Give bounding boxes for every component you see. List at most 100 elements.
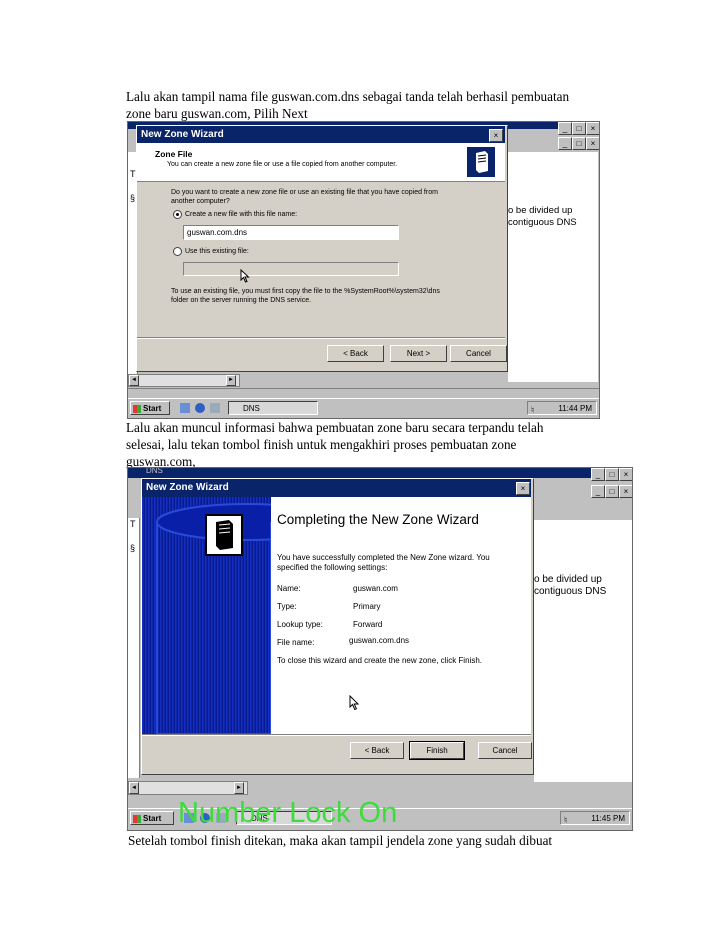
wizard-titlebar: New Zone Wizard [137, 126, 505, 143]
next-button[interactable]: Next > [390, 345, 447, 362]
start-label: Start [143, 814, 162, 823]
back-button[interactable]: < Back [350, 742, 404, 759]
filename-value: guswan.com.dns [187, 228, 248, 237]
new-zone-wizard-dialog: New Zone Wizard × Completing the New Zon… [141, 478, 534, 775]
screenshot-zone-file: _ □ × _ □ × T § o be divided up contiguo… [127, 121, 600, 419]
details-pane [508, 152, 598, 382]
setting-filename-label: File name: [277, 638, 315, 647]
paragraph-2-line-1: Lalu akan muncul informasi bahwa pembuat… [126, 420, 544, 435]
start-button[interactable]: Start [130, 811, 174, 825]
horizontal-scrollbar[interactable]: ◄ ► [128, 781, 248, 795]
speaker-icon[interactable]: ♮ [564, 813, 567, 827]
wizard-header: Zone File You can create a new zone file… [137, 143, 505, 182]
inner-minimize-button[interactable]: _ [558, 137, 572, 150]
intro-line-2: specified the following settings: [277, 563, 388, 572]
inner-close-button[interactable]: × [619, 485, 632, 498]
wizard-close-icon[interactable]: × [516, 482, 530, 495]
inner-maximize-button[interactable]: □ [605, 485, 619, 498]
maximize-button[interactable]: □ [572, 122, 586, 135]
scroll-left-icon[interactable]: ◄ [129, 782, 139, 794]
existing-file-input[interactable] [183, 262, 399, 276]
header-title: Zone File [155, 149, 193, 159]
sidebar-symbol: § [130, 543, 136, 553]
closing-text: To close this wizard and create the new … [277, 656, 482, 665]
minimize-button[interactable]: _ [558, 122, 572, 135]
inner-minimize-button[interactable]: _ [591, 485, 605, 498]
setting-type-value: Primary [353, 602, 381, 611]
sidebar-letter: T [130, 169, 136, 179]
server-icon [205, 514, 243, 556]
use-existing-label[interactable]: Use this existing file: [185, 247, 249, 256]
scroll-left-icon[interactable]: ◄ [129, 375, 139, 386]
speaker-icon[interactable]: ♮ [531, 403, 534, 417]
setting-lookup-label: Lookup type: [277, 620, 323, 629]
close-button[interactable]: × [619, 468, 632, 481]
taskbar-dns-label: DNS [243, 404, 260, 413]
setting-name-value: guswan.com [353, 584, 398, 593]
wizard-content: Completing the New Zone Wizard You have … [271, 497, 531, 734]
setting-lookup-value: Forward [353, 620, 383, 629]
wizard-titlebar: New Zone Wizard [142, 479, 531, 497]
close-button[interactable]: × [586, 122, 599, 135]
paragraph-2-line-2: selesai, lalu tekan tombol finish untuk … [126, 437, 517, 452]
mouse-pointer-icon [240, 268, 250, 288]
setting-type-label: Type: [277, 602, 297, 611]
inner-maximize-button[interactable]: □ [572, 137, 586, 150]
question-line-1: Do you want to create a new zone file or… [171, 189, 438, 196]
wizard-close-icon[interactable]: × [489, 129, 503, 142]
cancel-button[interactable]: Cancel [478, 742, 532, 759]
wizard-banner [142, 497, 271, 734]
background-window-title: DNS [146, 467, 163, 475]
background-window-titlebar: DNS [128, 468, 632, 478]
note-line-1: To use an existing file, you must first … [171, 288, 440, 295]
paragraph-3-line-1: Setelah tombol finish ditekan, maka akan… [128, 833, 553, 848]
taskbar-dns-button[interactable]: DNS [228, 401, 318, 415]
sidebar-symbol: § [130, 193, 136, 203]
use-existing-radio[interactable] [173, 247, 182, 256]
back-button[interactable]: < Back [327, 345, 384, 362]
wizard-title: New Zone Wizard [141, 129, 224, 140]
minimize-button[interactable]: _ [591, 468, 605, 481]
taskbar: Start DNS ♮ 11:44 PM [128, 398, 599, 418]
quick-launch-desktop-icon[interactable] [180, 403, 190, 413]
system-tray: ♮ 11:45 PM [560, 811, 630, 825]
number-lock-overlay: Number Lock On [178, 797, 398, 829]
status-bar [128, 388, 599, 397]
details-pane [534, 520, 632, 782]
background-text-2: contiguous DNS [534, 586, 607, 597]
quick-launch-browser-icon[interactable] [195, 403, 205, 413]
button-divider [142, 734, 531, 736]
create-new-radio[interactable] [173, 210, 182, 219]
windows-logo-icon [133, 815, 141, 823]
cancel-button[interactable]: Cancel [450, 345, 507, 362]
background-text-1: o be divided up [508, 205, 573, 216]
windows-logo-icon [133, 405, 141, 413]
server-icon [467, 147, 495, 177]
paragraph-1-line-2: zone baru guswan.com, Pilih Next [126, 106, 308, 121]
wizard-heading: Completing the New Zone Wizard [277, 512, 479, 527]
setting-name-label: Name: [277, 584, 301, 593]
quick-launch-explorer-icon[interactable] [210, 403, 220, 413]
mouse-pointer-icon [349, 694, 360, 716]
clock: 11:45 PM [591, 814, 625, 823]
sidebar-letter: T [130, 519, 136, 529]
header-subtitle: You can create a new zone file or use a … [167, 161, 398, 168]
new-zone-wizard-dialog: New Zone Wizard × Zone File You can crea… [136, 125, 508, 372]
finish-button[interactable]: Finish [409, 741, 465, 760]
wizard-title: New Zone Wizard [146, 482, 229, 493]
start-button[interactable]: Start [130, 401, 170, 415]
background-text-2: contiguous DNS [508, 217, 577, 228]
horizontal-scrollbar[interactable]: ◄ ► [128, 374, 240, 387]
filename-input[interactable]: guswan.com.dns [183, 225, 399, 240]
scroll-right-icon[interactable]: ► [234, 782, 244, 794]
inner-close-button[interactable]: × [586, 137, 599, 150]
create-new-label[interactable]: Create a new file with this file name: [185, 210, 297, 219]
start-label: Start [143, 404, 162, 413]
button-divider [137, 337, 505, 339]
maximize-button[interactable]: □ [605, 468, 619, 481]
screenshot-completing-wizard: DNS _ □ × _ □ × T § o be divided up cont… [127, 467, 633, 831]
tree-pane [128, 518, 140, 778]
scroll-right-icon[interactable]: ► [226, 375, 236, 386]
clock: 11:44 PM [558, 404, 592, 413]
paragraph-1-line-1: Lalu akan tampil nama file guswan.com.dn… [126, 89, 570, 104]
